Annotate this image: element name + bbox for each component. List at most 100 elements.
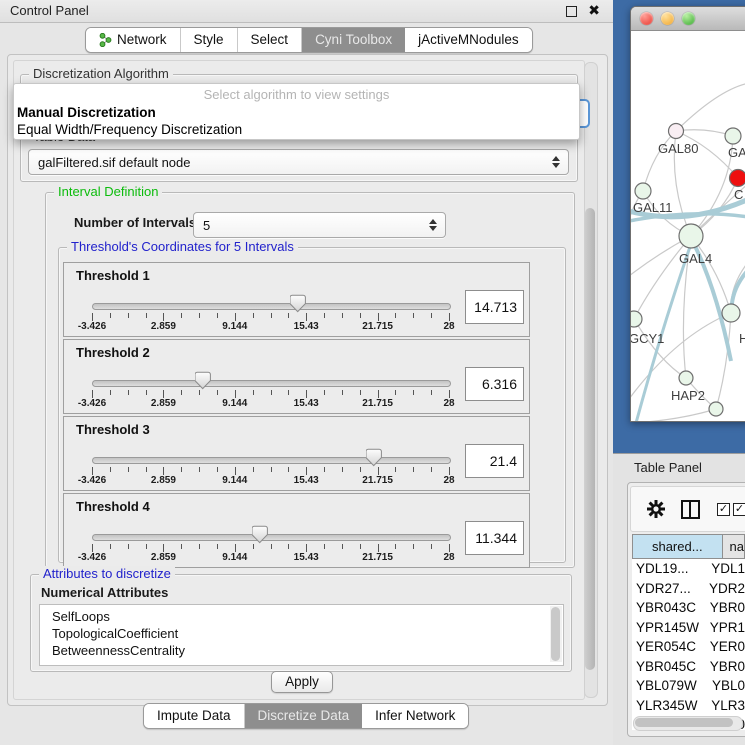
network-node-c[interactable] xyxy=(730,170,745,187)
close-icon[interactable]: ✖ xyxy=(588,2,600,19)
threshold-value-field[interactable]: 11.344 xyxy=(465,521,524,555)
network-node[interactable] xyxy=(709,402,723,416)
thresholds-group: Threshold's Coordinates for 5 Intervals … xyxy=(58,247,566,563)
scrollbar-thumb[interactable] xyxy=(585,208,595,670)
close-traffic-icon[interactable] xyxy=(640,12,653,25)
checkbox-icon[interactable]: ✓ xyxy=(733,503,745,516)
gear-icon[interactable] xyxy=(647,500,665,518)
threshold-slider-thumb[interactable] xyxy=(252,525,269,544)
node-label: C xyxy=(734,187,743,202)
network-view-window[interactable]: GAL80GACGAL11GAL4GCY1HHAP2 xyxy=(630,6,745,422)
table-header-row[interactable]: shared... na xyxy=(632,534,745,559)
table-row[interactable]: YBR043C YBR0 xyxy=(632,598,745,618)
settings-vertical-scrollbar[interactable] xyxy=(584,62,598,698)
table-row[interactable]: YDL19... YDL1 xyxy=(632,559,745,579)
tab-impute-data[interactable]: Impute Data xyxy=(144,704,245,728)
network-node-gcy1[interactable] xyxy=(631,311,642,327)
slider-tick-labels: -3.4262.8599.14415.4321.71528 xyxy=(92,398,449,410)
combo-stepper-icon[interactable] xyxy=(426,219,440,231)
discretization-algorithm-group-title: Discretization Algorithm xyxy=(29,66,173,81)
column-header-shared-name[interactable]: shared... xyxy=(633,535,723,558)
threshold-list: Threshold 1 -3.4262.8599.14415.4321.7152… xyxy=(63,262,530,570)
tab-jactivemnodules[interactable]: jActiveMNodules xyxy=(405,28,532,52)
algorithm-option-manual[interactable]: Manual Discretization xyxy=(14,104,579,121)
threshold-panel: Threshold 4 -3.4262.8599.14415.4321.7152… xyxy=(63,493,530,568)
scrollbar-thumb[interactable] xyxy=(551,607,560,661)
tab-select[interactable]: Select xyxy=(238,28,303,52)
threshold-value-field[interactable]: 14.713 xyxy=(465,290,524,324)
network-node-ga[interactable] xyxy=(725,128,741,144)
control-panel-title: Control Panel xyxy=(10,3,89,18)
tab-discretize-data[interactable]: Discretize Data xyxy=(245,704,363,728)
network-window-titlebar[interactable] xyxy=(631,7,745,31)
attribute-list-item[interactable]: SelfLoops xyxy=(40,608,563,625)
node-label: GCY1 xyxy=(631,331,664,346)
minimize-traffic-icon[interactable] xyxy=(661,12,674,25)
network-node-gal11[interactable] xyxy=(635,183,651,199)
interval-definition-group: Interval Definition Number of Intervals … xyxy=(45,192,575,568)
zoom-traffic-icon[interactable] xyxy=(682,12,695,25)
attribute-list-item[interactable]: BetweennessCentrality xyxy=(40,642,563,659)
column-header-name[interactable]: na xyxy=(723,535,744,558)
node-label: GA xyxy=(728,145,745,160)
network-node-hap2[interactable] xyxy=(679,371,693,385)
threshold-panel: Threshold 2 -3.4262.8599.14415.4321.7152… xyxy=(63,339,530,414)
attribute-list-item[interactable]: TopologicalCoefficient xyxy=(40,625,563,642)
threshold-slider-track[interactable] xyxy=(92,303,451,310)
algorithm-dropdown-popup: Select algorithm to view settings Manual… xyxy=(13,83,580,140)
float-window-icon[interactable] xyxy=(566,6,577,17)
table-data-combo[interactable]: galFiltered.sif default node xyxy=(28,149,569,175)
algorithm-option-equal-width[interactable]: Equal Width/Frequency Discretization xyxy=(14,121,579,138)
network-node-h[interactable] xyxy=(722,304,740,322)
threshold-label: Threshold 3 xyxy=(76,422,150,437)
threshold-slider-thumb[interactable] xyxy=(366,448,383,467)
control-panel-titlebar[interactable]: Control Panel ✖ xyxy=(0,0,613,23)
column-layout-icon[interactable] xyxy=(681,500,700,519)
threshold-panel: Threshold 3 -3.4262.8599.14415.4321.7152… xyxy=(63,416,530,491)
threshold-value-field[interactable]: 21.4 xyxy=(465,444,524,478)
node-label: GAL80 xyxy=(658,141,698,156)
threshold-slider-track[interactable] xyxy=(92,380,451,387)
numerical-attributes-list[interactable]: SelfLoopsTopologicalCoefficientBetweenne… xyxy=(39,604,564,666)
tab-network[interactable]: Network xyxy=(86,28,181,52)
table-row[interactable]: YPR145W YPR1 xyxy=(632,618,745,638)
top-tab-bar: NetworkStyleSelectCyni ToolboxjActiveMNo… xyxy=(85,27,533,53)
table-row[interactable]: YBR045C YBR0 xyxy=(632,657,745,677)
threshold-panel: Threshold 1 -3.4262.8599.14415.4321.7152… xyxy=(63,262,530,337)
table-row[interactable]: YDR27... YDR2 xyxy=(632,579,745,599)
network-canvas[interactable]: GAL80GACGAL11GAL4GCY1HHAP2 xyxy=(631,31,745,422)
threshold-label: Threshold 1 xyxy=(76,268,150,283)
numerical-attributes-label: Numerical Attributes xyxy=(41,585,168,600)
network-node-gal80[interactable] xyxy=(669,124,684,139)
threshold-value-field[interactable]: 6.316 xyxy=(465,367,524,401)
tab-cyni-toolbox[interactable]: Cyni Toolbox xyxy=(302,28,405,52)
list-scrollbar[interactable] xyxy=(550,606,562,662)
combo-stepper-icon[interactable] xyxy=(549,156,563,168)
number-of-intervals-combo[interactable]: 5 xyxy=(193,212,446,238)
threshold-slider-thumb[interactable] xyxy=(195,371,212,390)
apply-button[interactable]: Apply xyxy=(271,671,333,693)
attributes-group-title: Attributes to discretize xyxy=(39,566,175,581)
node-label: GAL4 xyxy=(679,251,712,266)
threshold-slider-track[interactable] xyxy=(92,457,451,464)
tab-style[interactable]: Style xyxy=(181,28,238,52)
tab-infer-network[interactable]: Infer Network xyxy=(362,704,468,728)
network-node-gal4[interactable] xyxy=(679,224,703,248)
table-row[interactable]: YLR345W YLR3 xyxy=(632,696,745,716)
node-label: H xyxy=(739,331,745,346)
slider-tick-labels: -3.4262.8599.14415.4321.71528 xyxy=(92,475,449,487)
checkbox-icon[interactable]: ✓ xyxy=(717,503,730,516)
thresholds-group-title: Threshold's Coordinates for 5 Intervals xyxy=(67,239,298,254)
threshold-label: Threshold 2 xyxy=(76,345,150,360)
table-row[interactable]: YBL079W YBL0 xyxy=(632,676,745,696)
table-horizontal-scrollbar[interactable] xyxy=(633,716,743,731)
threshold-slider-track[interactable] xyxy=(92,534,451,541)
table-row[interactable]: YER054C YER0 xyxy=(632,637,745,657)
scrollbar-thumb[interactable] xyxy=(635,718,733,727)
algorithm-hint-option[interactable]: Select algorithm to view settings xyxy=(14,84,579,104)
app-root: GAL80GACGAL11GAL4GCY1HHAP2 Table Panel ✓… xyxy=(0,0,745,745)
number-of-intervals-value: 5 xyxy=(194,218,426,233)
threshold-slider-thumb[interactable] xyxy=(290,294,307,313)
node-attribute-table[interactable]: shared... na YDL19... YDL1 YDR27... YDR2… xyxy=(632,534,745,730)
table-panel-title: Table Panel xyxy=(634,460,702,475)
